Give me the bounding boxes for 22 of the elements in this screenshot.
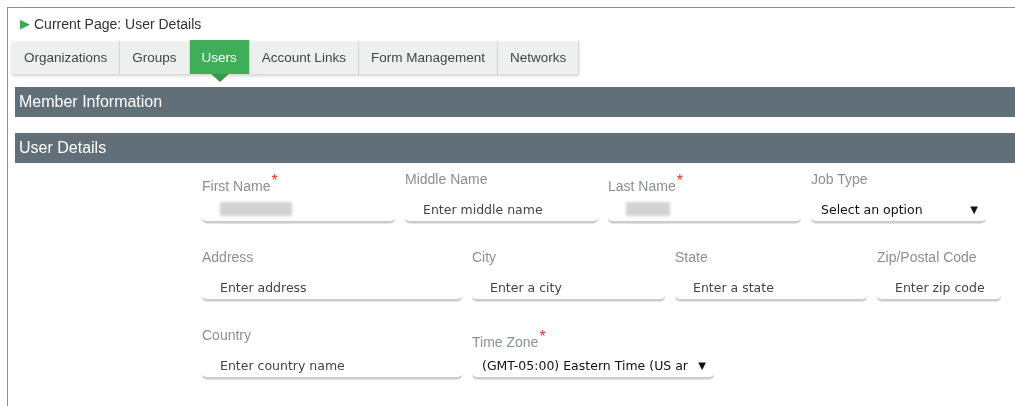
tab[interactable]: Groups: [120, 41, 190, 74]
play-icon: ▶: [20, 16, 30, 31]
breadcrumb-text: Current Page: User Details: [34, 15, 202, 32]
field-label: State: [675, 249, 708, 265]
tab[interactable]: Form Management: [358, 41, 498, 74]
required-mark: *: [271, 172, 278, 190]
field-label: First Name: [202, 178, 271, 194]
tab[interactable]: Account Links: [249, 41, 359, 74]
required-mark: *: [676, 172, 683, 190]
field-label: Time Zone: [472, 334, 539, 350]
tab[interactable]: Networks: [497, 41, 580, 74]
field-label: Zip/Postal Code: [877, 249, 977, 265]
required-mark: *: [539, 328, 546, 346]
field-label: Middle Name: [405, 171, 488, 187]
tab[interactable]: Organizations: [12, 41, 121, 74]
section-header: User Details: [15, 133, 1015, 163]
field-label: Last Name: [608, 178, 676, 194]
field-label: Address: [202, 249, 254, 265]
section-header: Member Information: [15, 87, 1015, 117]
field-label: City: [472, 249, 497, 265]
field-label: Country: [202, 327, 252, 343]
field-label: Job Type: [811, 171, 868, 187]
